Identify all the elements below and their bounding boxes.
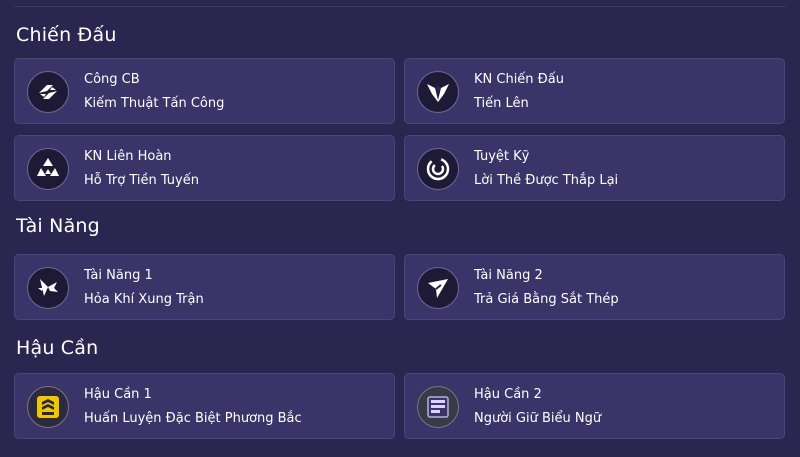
- skill-card-basic-attack[interactable]: Công CB Kiếm Thuật Tấn Công: [14, 58, 395, 124]
- combo-skill-icon: [27, 148, 69, 190]
- card-category: KN Chiến Đấu: [474, 72, 564, 87]
- logistics-1-icon: [27, 386, 69, 428]
- logistics-2-icon: [417, 386, 459, 428]
- talent-card-2[interactable]: Tài Năng 2 Trả Giá Bằng Sắt Thép: [404, 254, 785, 320]
- card-category: Tài Năng 1: [84, 268, 153, 283]
- card-category: Hậu Cần 1: [84, 387, 152, 402]
- talent-1-icon: [27, 267, 69, 309]
- card-skill-name: Lời Thề Được Thắp Lại: [474, 173, 619, 188]
- basic-attack-icon: [27, 71, 69, 113]
- card-skill-name: Hỗ Trợ Tiền Tuyến: [84, 173, 199, 188]
- card-skill-name: Người Giữ Biểu Ngữ: [474, 411, 602, 426]
- section-title-talents: Tài Năng: [16, 215, 100, 237]
- combat-skill-icon: [417, 71, 459, 113]
- card-skill-name: Tiến Lên: [474, 96, 529, 111]
- logistics-card-2[interactable]: Hậu Cần 2 Người Giữ Biểu Ngữ: [404, 373, 785, 439]
- talent-card-1[interactable]: Tài Năng 1 Hỏa Khí Xung Trận: [14, 254, 395, 320]
- ultimate-icon: [417, 148, 459, 190]
- card-skill-name: Hỏa Khí Xung Trận: [84, 292, 204, 307]
- card-category: Tuyệt Kỹ: [474, 149, 530, 164]
- talent-2-icon: [417, 267, 459, 309]
- card-skill-name: Kiếm Thuật Tấn Công: [84, 96, 225, 111]
- skill-card-ultimate[interactable]: Tuyệt Kỹ Lời Thề Được Thắp Lại: [404, 135, 785, 201]
- logistics-card-1[interactable]: Hậu Cần 1 Huấn Luyện Đặc Biệt Phương Bắc: [14, 373, 395, 439]
- card-category: Hậu Cần 2: [474, 387, 542, 402]
- section-title-combat: Chiến Đấu: [16, 24, 117, 46]
- card-category: Tài Năng 2: [474, 268, 543, 283]
- skill-card-combo-skill[interactable]: KN Liên Hoàn Hỗ Trợ Tiền Tuyến: [14, 135, 395, 201]
- card-category: KN Liên Hoàn: [84, 149, 172, 164]
- card-skill-name: Huấn Luyện Đặc Biệt Phương Bắc: [84, 411, 302, 426]
- card-category: Công CB: [84, 72, 140, 87]
- card-skill-name: Trả Giá Bằng Sắt Thép: [474, 292, 619, 307]
- skill-card-combat-skill[interactable]: KN Chiến Đấu Tiến Lên: [404, 58, 785, 124]
- section-title-logistics: Hậu Cần: [16, 337, 99, 359]
- top-divider: [14, 6, 786, 7]
